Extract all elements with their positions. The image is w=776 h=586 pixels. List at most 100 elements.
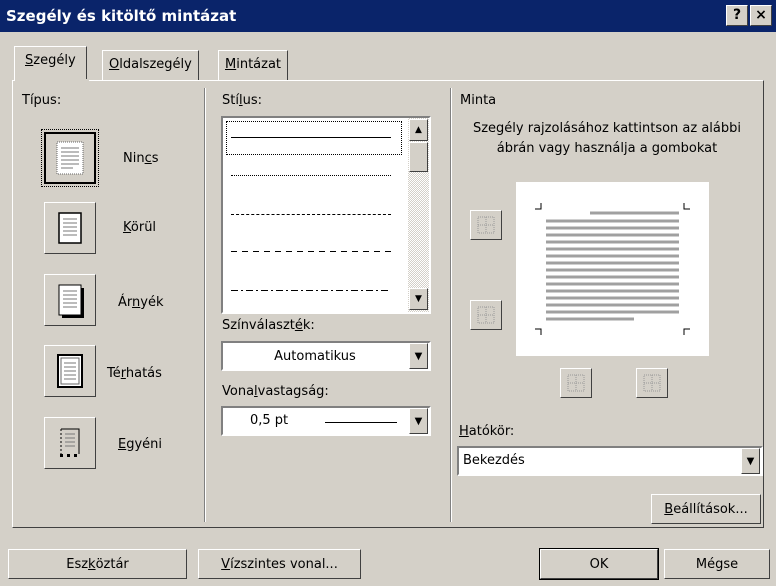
- arrow-up-icon: ▲: [415, 125, 422, 135]
- line-style-dash-dot[interactable]: [231, 290, 391, 291]
- line-style-selected[interactable]: [226, 121, 402, 155]
- style-label-text-2: us:: [242, 93, 262, 108]
- options-key: B: [664, 501, 674, 517]
- toolbar-text-1: Esz: [66, 556, 89, 572]
- border-shadow-button[interactable]: [44, 274, 96, 326]
- toolbar-button[interactable]: Esz k öztár: [8, 549, 187, 579]
- left-border-button[interactable]: [560, 368, 592, 398]
- border-3d-text-1: Té: [107, 366, 121, 381]
- active-tab-gap: [15, 79, 89, 82]
- border-none-label: Nincs: [123, 151, 159, 166]
- cancel-button[interactable]: Mégse: [664, 549, 770, 579]
- border-custom-text-2: gyéni: [126, 437, 163, 452]
- line-style-solid[interactable]: [231, 137, 391, 138]
- close-button[interactable]: ×: [750, 5, 772, 26]
- title-bar: Szegély és kitöltő mintázat ? ×: [0, 0, 776, 32]
- preview-hint-line-1: Szegély rajzolásához kattintson az alább…: [472, 121, 742, 136]
- dialog-title: Szegély és kitöltő mintázat: [6, 7, 237, 25]
- scroll-down-button[interactable]: ▼: [409, 288, 428, 310]
- tab-page-border-key: O: [109, 57, 120, 72]
- scroll-up-button[interactable]: ▲: [409, 119, 428, 141]
- horizontal-line-text-2: ízszintes vonal...: [230, 556, 338, 572]
- border-custom-button[interactable]: [44, 417, 96, 469]
- border-none-text-1: Nin: [123, 151, 145, 166]
- chevron-down-icon: ▼: [414, 350, 423, 362]
- border-right-icon: [643, 374, 661, 392]
- options-button[interactable]: Beállítások...: [651, 494, 761, 524]
- border-none-icon: [56, 141, 84, 175]
- border-box-icon: [58, 212, 82, 244]
- width-line-preview: [325, 422, 397, 423]
- width-label: Vonalvastagság:: [222, 384, 329, 399]
- border-shadow-text-1: Ár: [118, 295, 133, 310]
- preview-document-icon: [535, 203, 690, 335]
- border-3d-button[interactable]: [44, 345, 96, 397]
- apply-to-value: Bekezdés: [463, 453, 525, 468]
- width-value: 0,5 pt: [250, 413, 289, 428]
- line-style-dashed[interactable]: [231, 251, 391, 252]
- border-none-button[interactable]: [41, 129, 99, 187]
- apply-to-label: Hatókör:: [459, 424, 514, 439]
- border-box-text-2: örül: [130, 220, 157, 235]
- border-custom-key: E: [118, 437, 127, 452]
- width-label-text-2: vastagság:: [257, 384, 329, 399]
- tab-shading[interactable]: Mintázat: [218, 50, 289, 80]
- border-3d-icon: [57, 354, 83, 388]
- separator-left: [204, 88, 206, 522]
- tab-borders-label: zegély: [33, 53, 76, 68]
- options-text-2: eállítások...: [673, 501, 748, 517]
- border-none-text-2: s: [151, 151, 159, 166]
- border-custom-icon: [60, 428, 80, 457]
- horizontal-line-key: V: [221, 556, 231, 572]
- preview-hint-line-2: ábrán vagy használja a gombokat: [496, 141, 718, 156]
- preview-label: Minta: [460, 93, 497, 108]
- apply-to-dropdown-button[interactable]: ▼: [741, 448, 760, 474]
- border-top-icon: [477, 216, 495, 234]
- apply-to-dropdown[interactable]: Bekezdés: [457, 446, 763, 476]
- border-shadow-text-2: yék: [140, 295, 164, 310]
- style-label: Stílus:: [222, 93, 262, 108]
- separator-right: [450, 88, 452, 522]
- tab-shading-key: M: [225, 57, 237, 72]
- tab-shading-label: intázat: [236, 57, 282, 72]
- top-border-button[interactable]: [470, 210, 502, 240]
- ok-button[interactable]: OK: [539, 548, 659, 580]
- scroll-thumb[interactable]: [409, 142, 428, 172]
- tab-borders[interactable]: Szegély: [14, 46, 87, 81]
- border-none-key: c: [144, 151, 152, 166]
- tab-page-border[interactable]: Oldalszegély: [102, 50, 199, 80]
- border-left-icon: [567, 374, 585, 392]
- border-3d-label: Térhatás: [107, 366, 162, 381]
- border-shadow-icon: [58, 284, 84, 318]
- border-custom-label: Egyéni: [118, 437, 162, 452]
- line-style-dashed-fine[interactable]: [231, 214, 391, 215]
- borders-and-shading-dialog: Szegély és kitöltő mintázat ? × Szegély …: [0, 0, 776, 586]
- border-box-button[interactable]: [44, 202, 96, 254]
- width-label-text-1: Vona: [222, 384, 255, 399]
- help-button[interactable]: ?: [726, 5, 748, 26]
- toolbar-text-2: öztár: [95, 556, 129, 572]
- color-label-text-1: Színválaszt: [222, 318, 295, 333]
- color-label-key: é: [294, 318, 303, 333]
- color-value: Automatikus: [274, 348, 356, 364]
- line-style-dotted[interactable]: [231, 175, 391, 176]
- color-label: Színválaszték:: [222, 318, 315, 333]
- color-dropdown[interactable]: Automatikus: [221, 341, 431, 371]
- horizontal-line-button[interactable]: Vízszintes vonal...: [198, 549, 361, 579]
- border-box-label: Körül: [123, 220, 156, 235]
- width-dropdown-button[interactable]: ▼: [409, 408, 428, 434]
- apply-to-key: H: [459, 424, 469, 439]
- color-dropdown-button[interactable]: ▼: [409, 343, 428, 369]
- chevron-down-icon: ▼: [414, 415, 423, 427]
- chevron-down-icon: ▼: [746, 455, 755, 467]
- right-border-button[interactable]: [636, 368, 668, 398]
- border-bottom-icon: [477, 306, 495, 324]
- border-3d-text-2: hatás: [125, 366, 162, 381]
- tab-page-border-label: ldalszegély: [119, 57, 192, 72]
- color-label-text-2: k:: [302, 318, 315, 333]
- toolbar-key: k: [88, 556, 96, 572]
- preview-area[interactable]: [516, 182, 709, 356]
- apply-to-text-2: atókör:: [468, 424, 515, 439]
- bottom-border-button[interactable]: [470, 300, 502, 330]
- border-box-key: K: [123, 220, 131, 235]
